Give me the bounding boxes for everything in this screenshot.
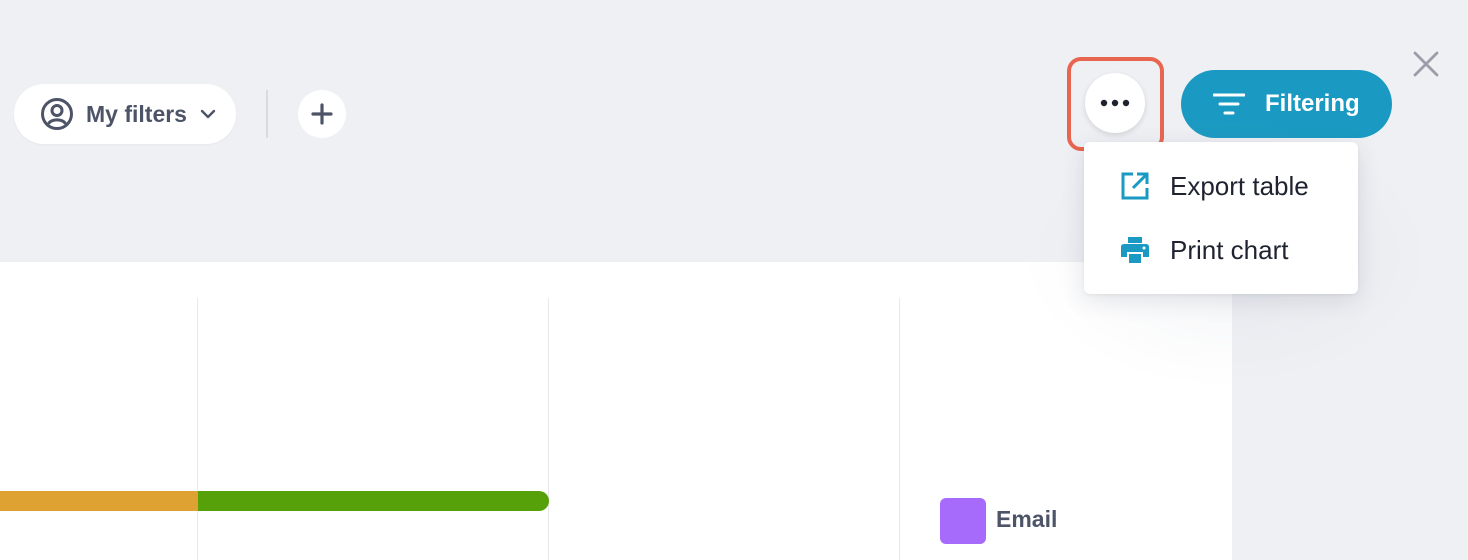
- plus-icon: [311, 103, 333, 125]
- more-dots-icon: [1100, 99, 1130, 107]
- close-button[interactable]: [1410, 48, 1442, 80]
- more-options-menu: Export table Print chart: [1084, 142, 1358, 294]
- chart-gridline: [197, 298, 198, 560]
- printer-icon: [1121, 237, 1149, 263]
- menu-item-print-chart[interactable]: Print chart: [1084, 218, 1358, 282]
- menu-item-label: Print chart: [1170, 234, 1289, 265]
- export-icon: [1121, 172, 1149, 200]
- add-filter-button[interactable]: [298, 90, 346, 138]
- close-icon: [1413, 51, 1439, 77]
- legend-label-email: Email: [996, 506, 1058, 532]
- filter-lines-icon: [1213, 93, 1245, 115]
- my-filters-dropdown[interactable]: My filters: [14, 84, 236, 144]
- menu-item-export-table[interactable]: Export table: [1084, 154, 1358, 218]
- my-filters-label: My filters: [86, 100, 187, 127]
- chevron-down-icon: [200, 109, 216, 119]
- toolbar-divider: [266, 90, 268, 138]
- chart-bar-segment-orange: [0, 491, 198, 511]
- user-circle-icon: [41, 98, 73, 130]
- filtering-label: Filtering: [1265, 90, 1360, 117]
- chart-bar-segment-green: [198, 491, 549, 511]
- legend-swatch-email: [940, 498, 986, 544]
- chart-gridline: [899, 298, 900, 560]
- chart-gridline: [548, 298, 549, 560]
- menu-item-label: Export table: [1170, 170, 1309, 201]
